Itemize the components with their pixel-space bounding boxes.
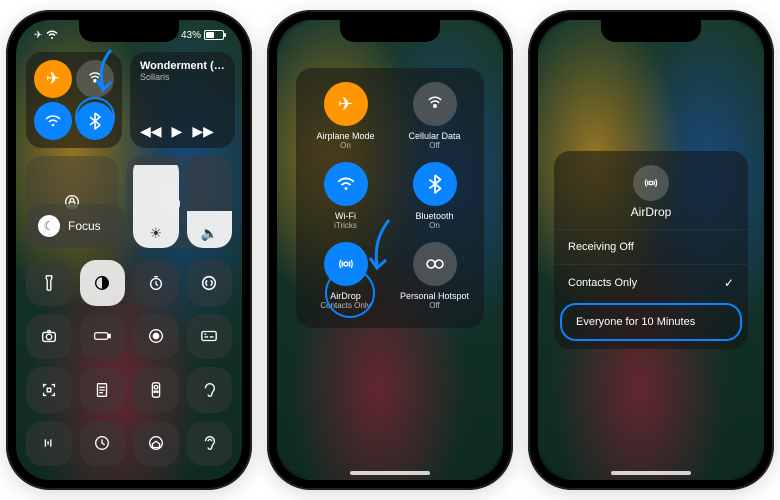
record-icon <box>147 327 165 345</box>
notes-button[interactable] <box>80 367 126 413</box>
ear-icon <box>200 381 218 399</box>
airplane-icon: ✈︎ <box>34 30 42 41</box>
airplane-icon: ✈︎ <box>46 69 60 89</box>
flashlight-icon <box>40 274 58 292</box>
personal-hotspot-item[interactable]: Personal Hotspot Off <box>395 242 474 310</box>
track-artist: Sollaris <box>140 72 225 82</box>
dark-mode-icon <box>93 274 111 292</box>
airdrop-icon <box>633 165 669 201</box>
timer-icon <box>147 274 165 292</box>
alarm-button[interactable] <box>80 421 126 467</box>
annotation-arrow <box>91 48 121 96</box>
voice-memo-button[interactable] <box>26 421 72 467</box>
control-center: ✈︎ Wonderment (… <box>26 52 232 470</box>
prev-track-button[interactable]: ◀◀ <box>140 123 162 140</box>
airplane-mode-toggle[interactable]: ✈︎ <box>34 60 72 98</box>
notes-icon <box>93 381 111 399</box>
airplane-icon: ✈︎ <box>338 94 353 115</box>
home-button[interactable] <box>133 421 179 467</box>
cellular-data-item[interactable]: Cellular Data Off <box>395 82 474 150</box>
battery-icon <box>204 30 224 40</box>
qr-scan-button[interactable] <box>26 367 72 413</box>
shazam-icon <box>200 274 218 292</box>
shazam-button[interactable] <box>187 260 233 306</box>
now-playing-tile[interactable]: Wonderment (… Sollaris ◀◀ ▶ ▶▶ <box>130 52 235 148</box>
hotspot-icon <box>424 257 446 271</box>
airplane-mode-item[interactable]: ✈︎ Airplane Mode On <box>306 82 385 150</box>
wifi-toggle[interactable] <box>34 102 72 140</box>
speaker-icon: 🔈 <box>201 225 218 242</box>
screen-record-button[interactable] <box>133 314 179 360</box>
brightness-slider[interactable]: ☀ <box>133 156 179 248</box>
volume-slider[interactable]: 🔈 <box>187 156 233 248</box>
wifi-icon <box>44 114 62 128</box>
home-indicator[interactable] <box>611 471 691 475</box>
bluetooth-icon <box>428 174 442 194</box>
annotation-circle-airdrop <box>325 268 375 318</box>
remote-icon <box>147 381 165 399</box>
sun-icon: ☀ <box>149 225 162 242</box>
annotation-arrow <box>367 218 397 274</box>
apple-tv-remote-button[interactable] <box>133 367 179 413</box>
home-icon <box>147 434 165 452</box>
clock-icon <box>93 434 111 452</box>
phone-frame-1: ✈︎ 43% ✈︎ <box>6 10 252 490</box>
next-track-button[interactable]: ▶▶ <box>192 123 214 140</box>
hearing-button[interactable] <box>187 367 233 413</box>
airdrop-title: AirDrop <box>631 205 672 219</box>
captions-icon <box>200 327 218 345</box>
camera-icon <box>40 327 58 345</box>
captions-button[interactable] <box>187 314 233 360</box>
camera-button[interactable] <box>26 314 72 360</box>
ear-icon <box>200 434 218 452</box>
qr-icon <box>40 381 58 399</box>
home-indicator[interactable] <box>350 471 430 475</box>
battery-percentage: 43% <box>181 30 201 41</box>
track-title: Wonderment (… <box>140 60 225 72</box>
antenna-icon <box>425 94 445 114</box>
wifi-icon <box>46 30 58 40</box>
airdrop-option-contacts[interactable]: Contacts Only <box>554 264 748 301</box>
waveform-icon <box>40 434 58 452</box>
checkmark-icon <box>724 276 734 290</box>
phone-frame-3: AirDrop Receiving Off Contacts Only Ever… <box>528 10 774 490</box>
phone-frame-2: ✈︎ Airplane Mode On Cellular Data Off Wi… <box>267 10 513 490</box>
airdrop-option-off[interactable]: Receiving Off <box>554 229 748 264</box>
play-button[interactable]: ▶ <box>172 123 183 140</box>
airdrop-option-everyone[interactable]: Everyone for 10 Minutes <box>560 303 742 341</box>
focus-label: Focus <box>68 219 101 233</box>
wifi-icon <box>336 176 356 192</box>
annotation-circle-bluetooth <box>75 97 115 137</box>
timer-button[interactable] <box>133 260 179 306</box>
airdrop-menu: AirDrop Receiving Off Contacts Only Ever… <box>554 151 748 349</box>
accessibility-hearing-button[interactable] <box>187 421 233 467</box>
flashlight-button[interactable] <box>26 260 72 306</box>
moon-icon: ☾ <box>38 215 60 237</box>
bluetooth-item[interactable]: Bluetooth On <box>395 162 474 230</box>
focus-button[interactable]: ☾ Focus <box>26 204 125 248</box>
low-power-button[interactable] <box>80 314 126 360</box>
dark-mode-toggle[interactable] <box>80 260 126 306</box>
battery-low-icon <box>93 327 111 345</box>
